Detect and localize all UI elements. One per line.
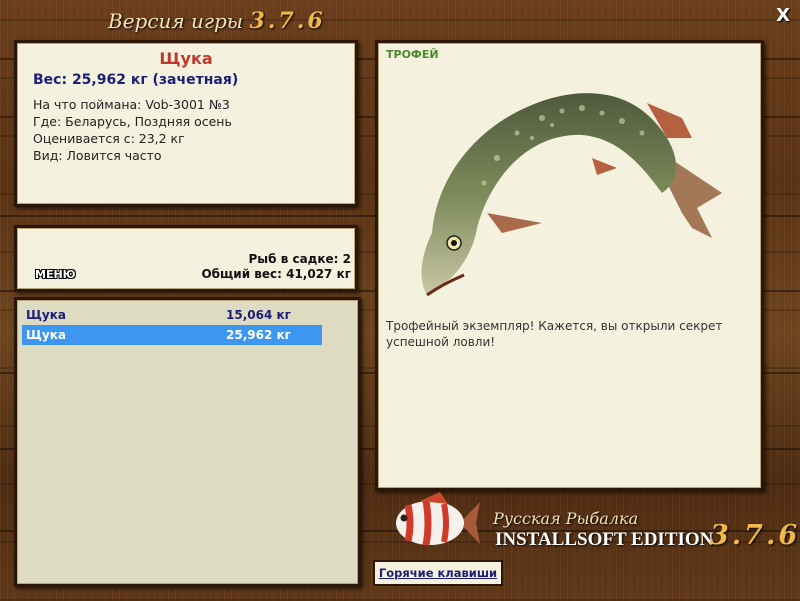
- fish-weight: Вес: 25,962 кг (зачетная): [33, 72, 239, 88]
- fish-kind: Вид: Ловится часто: [33, 148, 162, 163]
- keepnet-total-weight: Общий вес: 41,027 кг: [201, 267, 351, 281]
- brand-line2: INSTALLSOFT EDITION: [495, 529, 714, 550]
- keepnet-count: Рыб в садке: 2: [248, 252, 352, 266]
- trophy-badge: ТРОФЕЙ: [386, 48, 439, 61]
- menu-button[interactable]: МЕНЮ: [35, 268, 76, 281]
- catch-list: Щука 15,064 кг Щука 25,962 кг: [14, 297, 361, 587]
- pike-image: [421, 93, 722, 297]
- window-title: Версия игры 3.7.6: [108, 8, 326, 34]
- caught-on: На что поймана: Vob-3001 №3: [33, 97, 230, 112]
- fish-description: Трофейный экземпляр! Кажется, вы открыли…: [386, 319, 723, 349]
- hotkeys-button[interactable]: Горячие клавиши: [373, 560, 503, 586]
- list-item[interactable]: Щука 15,064 кг: [22, 305, 322, 325]
- brand-version: 3.7.6: [710, 520, 800, 551]
- close-icon[interactable]: X: [776, 5, 790, 26]
- list-item-name: Щука: [26, 308, 66, 322]
- list-item-weight: 25,962 кг: [226, 328, 291, 342]
- keepnet-panel: МЕНЮ Рыб в садке: 2 Общий вес: 41,027 кг: [14, 225, 358, 292]
- list-item-name: Щука: [26, 328, 66, 342]
- rated-from: Оценивается с: 23,2 кг: [33, 131, 185, 146]
- fish-info-panel: Щука Вес: 25,962 кг (зачетная) На что по…: [14, 40, 358, 207]
- fish-detail-panel: ТРОФЕЙ Трофейный экземпляр! Кажется, вы …: [375, 40, 764, 491]
- title-text: Версия игры: [108, 9, 244, 33]
- title-version: 3.7.6: [249, 8, 326, 34]
- logo-fish-icon: [396, 492, 480, 546]
- fish-name: Щука: [159, 49, 213, 68]
- brand-line1: Русская Рыбалка: [493, 509, 639, 528]
- catch-location: Где: Беларусь, Поздняя осень: [33, 114, 232, 129]
- list-item-weight: 15,064 кг: [226, 308, 291, 322]
- list-item-selected[interactable]: Щука 25,962 кг: [22, 325, 322, 345]
